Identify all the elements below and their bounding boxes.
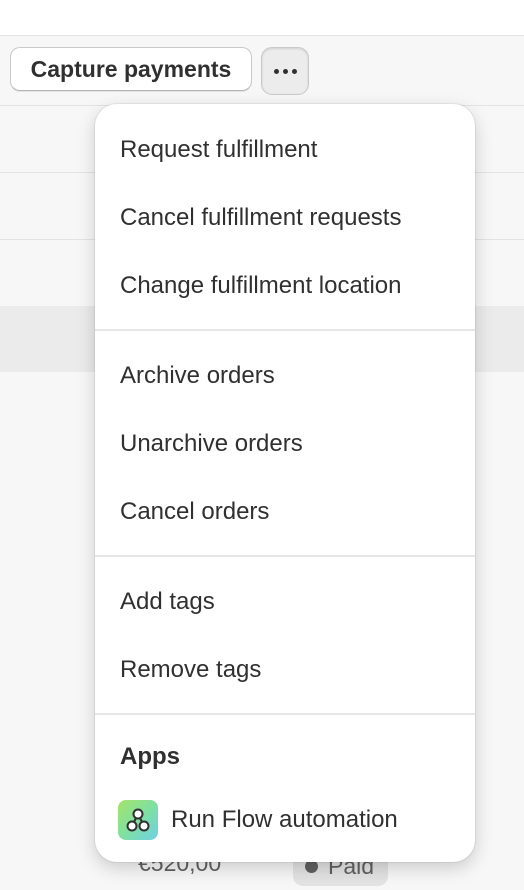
menu-item-run-flow-automation[interactable]: Run Flow automation: [118, 800, 398, 840]
menu-divider: [95, 329, 475, 331]
more-actions-menu: Request fulfillment Cancel fulfillment r…: [95, 104, 475, 862]
menu-item-request-fulfillment[interactable]: Request fulfillment: [120, 136, 317, 164]
menu-item-change-fulfillment-location[interactable]: Change fulfillment location: [120, 272, 402, 300]
bulk-actions-toolbar: Capture payments: [0, 36, 524, 106]
ellipsis-icon: [273, 68, 279, 74]
menu-item-remove-tags[interactable]: Remove tags: [120, 656, 261, 684]
menu-item-cancel-fulfillment-requests[interactable]: Cancel fulfillment requests: [120, 204, 401, 232]
menu-item-archive-orders[interactable]: Archive orders: [120, 362, 275, 390]
menu-item-unarchive-orders[interactable]: Unarchive orders: [120, 430, 303, 458]
ellipsis-icon: [291, 68, 297, 74]
capture-payments-button[interactable]: Capture payments: [10, 47, 252, 91]
menu-divider: [95, 555, 475, 557]
app-item-label: Run Flow automation: [171, 806, 398, 833]
ellipsis-icon: [282, 68, 288, 74]
apps-section-heading: Apps: [120, 743, 180, 770]
menu-item-add-tags[interactable]: Add tags: [120, 588, 215, 616]
flow-icon: [118, 800, 158, 840]
more-actions-button[interactable]: [261, 47, 309, 95]
menu-divider: [95, 713, 475, 715]
menu-item-cancel-orders[interactable]: Cancel orders: [120, 498, 269, 526]
top-bar: [0, 0, 524, 36]
